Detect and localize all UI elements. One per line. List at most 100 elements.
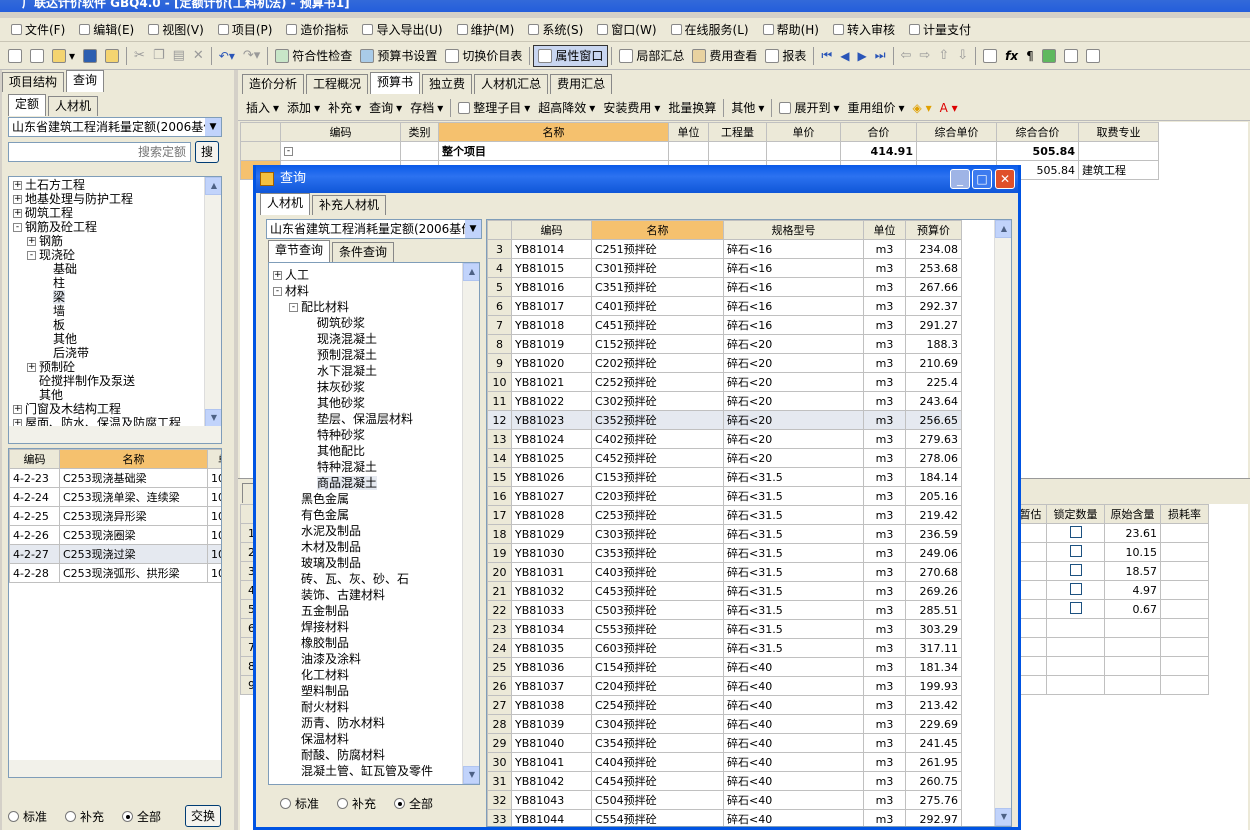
switch-price-button[interactable]: 切换价目表 [441, 45, 526, 67]
name-cell[interactable]: C251预拌砼 [591, 239, 724, 259]
column-header-7[interactable]: 综合单价 [916, 122, 997, 142]
tree-node[interactable]: 五金制品 [269, 603, 479, 619]
table-row[interactable]: 10.15 [1014, 542, 1209, 562]
code-cell[interactable]: YB81036 [511, 657, 592, 677]
material-header-4[interactable]: 预算价 [905, 220, 962, 240]
code-cell[interactable]: YB81019 [511, 334, 592, 354]
price-cell[interactable]: 234.08 [905, 239, 962, 259]
undo-icon[interactable]: ↶▾ [215, 45, 239, 67]
spec-cell[interactable]: 碎石<16 [723, 258, 864, 278]
code-cell[interactable]: YB81035 [511, 638, 592, 658]
menu-item-3[interactable]: 项目(P) [211, 19, 280, 41]
menu-item-1[interactable]: 编辑(E) [72, 19, 141, 41]
expand-icon[interactable]: + [13, 405, 22, 414]
redo-icon[interactable]: ↷▾ [239, 45, 264, 67]
radio-supplement[interactable]: 补充 [65, 808, 104, 825]
spec-cell[interactable]: 碎石<31.5 [723, 505, 864, 525]
name-cell[interactable]: C603预拌砼 [591, 638, 724, 658]
tree-node[interactable]: 预制混凝土 [269, 347, 479, 363]
subtool-button-1[interactable]: 添加 ▾ [283, 97, 324, 119]
spec-cell[interactable]: 碎石<40 [723, 714, 864, 734]
price-cell[interactable]: 219.42 [905, 505, 962, 525]
table-row[interactable]: 17 YB81028 C253预拌砼 碎石<31.5 m3 219.42 [487, 505, 962, 525]
code-cell[interactable]: 4-2-26 [9, 525, 60, 545]
unit-cell[interactable]: m3 [863, 733, 906, 753]
code-cell[interactable]: YB81020 [511, 353, 592, 373]
expand-icon[interactable]: + [13, 181, 22, 190]
quota-tree-hscrollbar[interactable] [9, 426, 221, 443]
unit-cell[interactable]: m3 [863, 790, 906, 810]
spec-cell[interactable]: 碎石<40 [723, 676, 864, 696]
subtool-button-8[interactable]: 批量换算 [664, 97, 720, 119]
name-cell[interactable]: C301预拌砼 [591, 258, 724, 278]
tab-project-structure[interactable]: 项目结构 [2, 72, 65, 92]
tree-node[interactable]: 木材及制品 [269, 539, 479, 555]
menu-item-6[interactable]: 维护(M) [450, 19, 522, 41]
unit-cell[interactable]: m3 [863, 277, 906, 297]
table-row[interactable]: 31 YB81042 C454预拌砼 碎石<40 m3 260.75 [487, 771, 962, 791]
code-cell[interactable]: YB81044 [511, 809, 592, 826]
name-cell[interactable]: C351预拌砼 [591, 277, 724, 297]
lock-checkbox[interactable] [1069, 563, 1082, 576]
price-cell[interactable]: 229.69 [905, 714, 962, 734]
lock-quantity-cell[interactable] [1046, 599, 1105, 619]
column-header-3[interactable]: 单位 [668, 122, 709, 142]
close-icon[interactable]: ✕ [995, 169, 1015, 189]
table-row[interactable]: 4-2-25C253现浇异形梁10m [9, 506, 221, 526]
spec-cell[interactable]: 碎石<40 [723, 733, 864, 753]
table-row[interactable]: - 整个项目 414.91 505.84 [240, 141, 1159, 161]
table-row[interactable]: 6 YB81017 C401预拌砼 碎石<16 m3 292.37 [487, 296, 962, 316]
price-cell[interactable]: 205.16 [905, 486, 962, 506]
tree-node[interactable]: 有色金属 [269, 507, 479, 523]
subtool-button-6[interactable]: 超高降效 ▾ [534, 97, 599, 119]
unit-cell[interactable]: m3 [863, 258, 906, 278]
name-cell[interactable]: C253现浇过梁 [59, 544, 208, 564]
price-cell[interactable]: 225.4 [905, 372, 962, 392]
price-cell[interactable]: 243.64 [905, 391, 962, 411]
save-icon[interactable] [79, 45, 101, 67]
spec-cell[interactable]: 碎石<16 [723, 296, 864, 316]
menu-item-0[interactable]: 文件(F) [4, 19, 72, 41]
table-row[interactable] [1014, 637, 1209, 657]
code-cell[interactable]: YB81038 [511, 695, 592, 715]
name-cell[interactable]: C153预拌砼 [591, 467, 724, 487]
tree-node[interactable]: 混凝土管、缸瓦管及零件 [269, 763, 479, 779]
spec-cell[interactable]: 碎石<40 [723, 790, 864, 810]
tree-node[interactable]: 装饰、古建材料 [269, 587, 479, 603]
tree-node[interactable]: 柱 [9, 276, 221, 290]
column-header-name[interactable]: 名称 [59, 449, 208, 469]
table-row[interactable]: 11 YB81022 C302预拌砼 碎石<20 m3 243.64 [487, 391, 962, 411]
table-row[interactable]: 22 YB81033 C503预拌砼 碎石<31.5 m3 285.51 [487, 600, 962, 620]
name-cell[interactable]: C253现浇圈梁 [59, 525, 208, 545]
tree-node[interactable]: 垫层、保温层材料 [269, 411, 479, 427]
spec-cell[interactable]: 碎石<40 [723, 752, 864, 772]
spec-cell[interactable]: 碎石<20 [723, 353, 864, 373]
name-cell[interactable]: C554预拌砼 [591, 809, 724, 826]
tree-node[interactable]: - 材料 [269, 283, 479, 299]
code-cell[interactable]: YB81018 [511, 315, 592, 335]
tab-labor-material[interactable]: 人材机 [48, 96, 99, 116]
table-row[interactable]: 4-2-28C253现浇弧形、拱形梁10m [9, 563, 221, 583]
spec-cell[interactable]: 碎石<40 [723, 657, 864, 677]
spec-cell[interactable]: 碎石<16 [723, 315, 864, 335]
spec-cell[interactable]: 碎石<16 [723, 277, 864, 297]
unit-cell[interactable]: 10m [207, 563, 221, 583]
tree-node[interactable]: 特种砂浆 [269, 427, 479, 443]
name-cell[interactable]: C503预拌砼 [591, 600, 724, 620]
unit-cell[interactable]: 10m [207, 506, 221, 526]
table-row[interactable]: 13 YB81024 C402预拌砼 碎石<20 m3 279.63 [487, 429, 962, 449]
code-cell[interactable]: YB81032 [511, 581, 592, 601]
tab-supplement-material[interactable]: 补充人材机 [312, 195, 387, 215]
unit-cell[interactable]: m3 [863, 410, 906, 430]
menu-item-2[interactable]: 视图(V) [141, 19, 211, 41]
price-cell[interactable]: 249.06 [905, 543, 962, 563]
code-cell[interactable]: YB81030 [511, 543, 592, 563]
report-button[interactable]: 报表 [761, 45, 810, 67]
column-header-1[interactable]: 类别 [400, 122, 439, 142]
table-row[interactable]: 30 YB81041 C404预拌砼 碎石<40 m3 261.95 [487, 752, 962, 772]
prev-icon[interactable]: ◀ [836, 45, 853, 67]
tab-right-3[interactable]: 独立费 [422, 74, 473, 94]
unit-cell[interactable]: 10m [207, 468, 221, 488]
table-row[interactable]: 8 YB81019 C152预拌砼 碎石<20 m3 188.3 [487, 334, 962, 354]
subtool-button-9[interactable]: 其他 ▾ [727, 97, 768, 119]
